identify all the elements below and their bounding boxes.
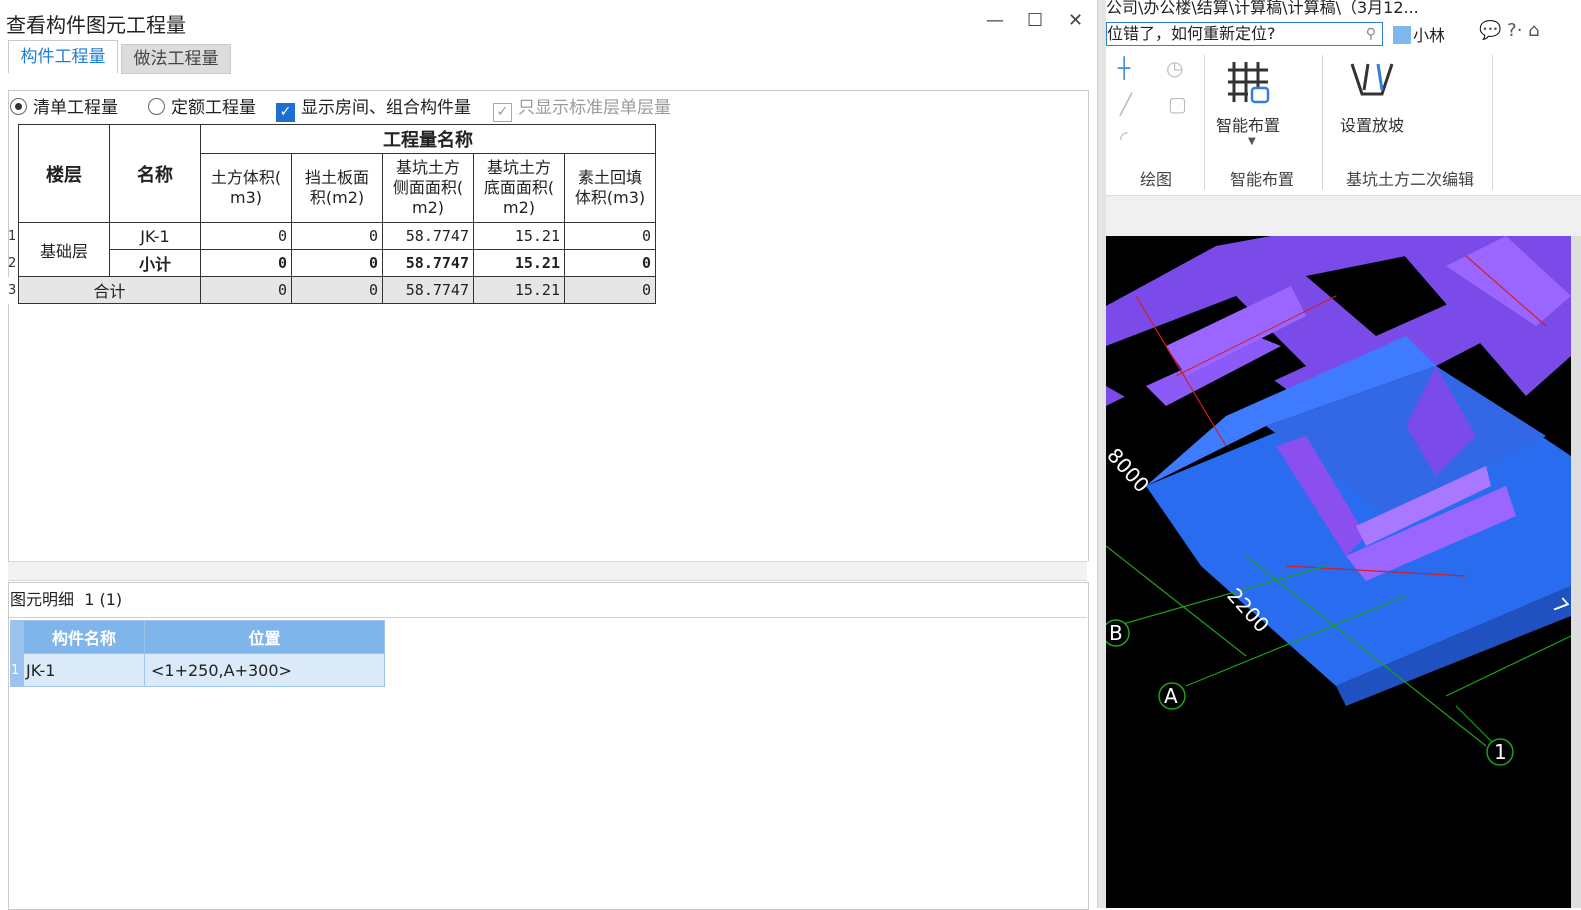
radio-list-qty[interactable]: 清单工程量 [10,93,118,118]
table-row[interactable]: 1 基础层 JK-1 0 0 58.7747 15.21 0 [8,222,656,277]
total-row[interactable]: 3 合计 0 0 58.7747 15.21 0 [8,276,656,304]
radio-quota-qty[interactable]: 定额工程量 [148,93,256,118]
tab-method-qty[interactable]: 做法工程量 [121,44,231,74]
title-path: 公司\办公楼\结算\计算稿\计算稿\（3月12... [1106,0,1419,17]
position-cell: <1+250,A+300> [144,653,385,687]
group-label-pit-edit: 基坑土方二次编辑 [1346,170,1475,189]
detail-count: 1 (1) [84,590,123,609]
main-app-window: 公司\办公楼\结算\计算稿\计算稿\（3月12... 位错了，如何重新定位? ⚲… [1106,0,1581,908]
slope-icon[interactable] [1348,60,1396,100]
check-disabled-icon: ✓ [493,103,512,122]
col-position[interactable]: 位置 [144,620,385,654]
maximize-button[interactable]: ☐ [1027,10,1043,31]
smart-layout-button[interactable]: 智能布置 [1216,112,1280,136]
name-cell: 小计 [109,249,201,277]
col-name-header: 名称 [109,124,201,223]
table-row[interactable]: 1 JK-1 <1+250,A+300> [10,653,385,687]
close-button[interactable]: ✕ [1068,10,1083,31]
clock-icon[interactable]: ◷ [1166,56,1183,80]
3d-model-canvas[interactable]: B A 1 8000 2200 7 [1106,236,1571,908]
search-input[interactable]: 位错了，如何重新定位? ⚲ [1106,22,1383,46]
checkbox-show-rooms[interactable]: ✓ 显示房间、组合构件量 [276,93,471,122]
line-icon[interactable]: ╱ [1120,92,1132,116]
group-label-draw: 绘图 [1140,170,1173,189]
collapse-icon[interactable]: ⌂ [1528,20,1539,41]
col-component-name[interactable]: 构件名称 [23,620,145,654]
user-account[interactable]: 小林 [1393,22,1445,46]
arc-icon[interactable]: ◜ [1120,126,1128,150]
minimize-button[interactable]: — [986,10,1004,31]
col-floor-header: 楼层 [18,124,110,223]
dropdown-arrow-icon[interactable]: ▼ [1248,136,1256,147]
checkbox-std-floor[interactable]: ✓ 只显示标准层单层量 [493,93,671,122]
axis-label-1: 1 [1494,740,1507,764]
toolbar-band [1106,196,1581,236]
dialog-title: 查看构件图元工程量 [6,13,186,37]
chat-icon[interactable]: 💬 [1479,20,1501,41]
tab-component-qty[interactable]: 构件工程量 [8,40,118,73]
total-label: 合计 [18,276,201,304]
group-header: 工程量名称 [200,124,656,154]
radio-empty-icon [148,98,165,115]
floor-cell: 基础层 [18,222,110,277]
quantity-dialog: 查看构件图元工程量 — ☐ ✕ 构件工程量 做法工程量 清单工程量 定额工程量 … [0,0,1097,910]
col-backfill-volume: 素土回填 体积(m3) [564,153,656,223]
detail-title: 图元明细 1 (1) [10,590,123,609]
col-pit-bottom-area: 基坑土方 底面面积(m2) [473,153,565,223]
check-icon: ✓ [276,103,295,122]
quantity-table: 楼层 名称 工程量名称 土方体积(m3) 挡土板面 积(m2) 基坑土方 侧面面积(… [8,124,656,304]
rectangle-icon[interactable]: ▢ [1168,92,1187,116]
col-shoring-area: 挡土板面 积(m2) [291,153,383,223]
avatar [1393,26,1411,44]
divider [8,617,1087,618]
ribbon: ┼ ◷ ╱ ▢ ◜ 智能布置 ▼ 设置放坡 绘图 智能布置 基坑土方二次编辑 [1106,50,1581,196]
panel-splitter[interactable] [8,561,1087,581]
radio-selected-icon [10,98,27,115]
detail-table: 构件名称 位置 1 JK-1 <1+250,A+300> [10,620,385,687]
name-cell: JK-1 [109,222,201,250]
component-name-cell: JK-1 [23,653,145,687]
set-slope-button[interactable]: 设置放坡 [1340,112,1404,136]
group-label-smart: 智能布置 [1230,170,1295,189]
axis-label-b: B [1109,621,1123,645]
dim-label-8000: 8000 [1106,443,1154,497]
help-icon[interactable]: ?· [1507,20,1522,41]
col-earth-volume: 土方体积(m3) [200,153,292,223]
col-pit-side-area: 基坑土方 侧面面积(m2) [382,153,474,223]
smart-layout-icon[interactable] [1228,58,1276,106]
search-icon[interactable]: ⚲ [1366,23,1376,45]
scrollbar[interactable] [1571,236,1581,908]
axis-label-a: A [1164,684,1178,708]
model-view: B A 1 8000 2200 7 [1106,236,1571,766]
crosshair-icon[interactable]: ┼ [1118,56,1130,80]
